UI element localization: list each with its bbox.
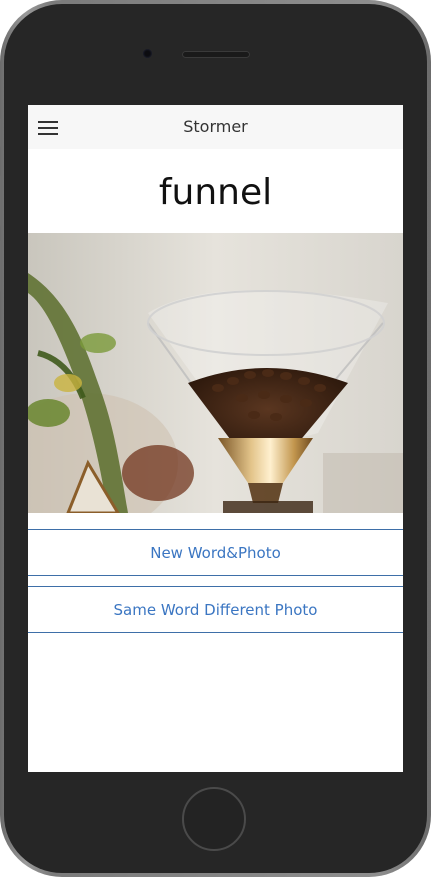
hamburger-menu-icon[interactable]: [38, 121, 58, 135]
app-title: Stormer: [183, 117, 248, 136]
home-button[interactable]: [182, 787, 246, 851]
phone-frame: Stormer funnel New Word&Photo Same Word …: [0, 0, 431, 877]
earpiece-speaker: [182, 51, 250, 58]
divider-line: [28, 632, 403, 633]
divider-line: [28, 529, 403, 530]
new-word-photo-button[interactable]: New Word&Photo: [28, 531, 403, 575]
top-navbar: Stormer: [28, 105, 403, 149]
coffee-funnel-photo: [28, 233, 403, 513]
same-word-different-photo-button[interactable]: Same Word Different Photo: [28, 588, 403, 632]
word-heading: funnel: [158, 172, 273, 213]
volume-up-button: [0, 175, 1, 227]
volume-down-button: [0, 240, 1, 292]
divider-line: [28, 586, 403, 587]
mute-switch: [0, 118, 1, 148]
front-camera: [143, 49, 152, 58]
divider-line: [28, 575, 403, 576]
app-screen: Stormer funnel New Word&Photo Same Word …: [28, 105, 403, 772]
word-photo: [28, 233, 403, 513]
